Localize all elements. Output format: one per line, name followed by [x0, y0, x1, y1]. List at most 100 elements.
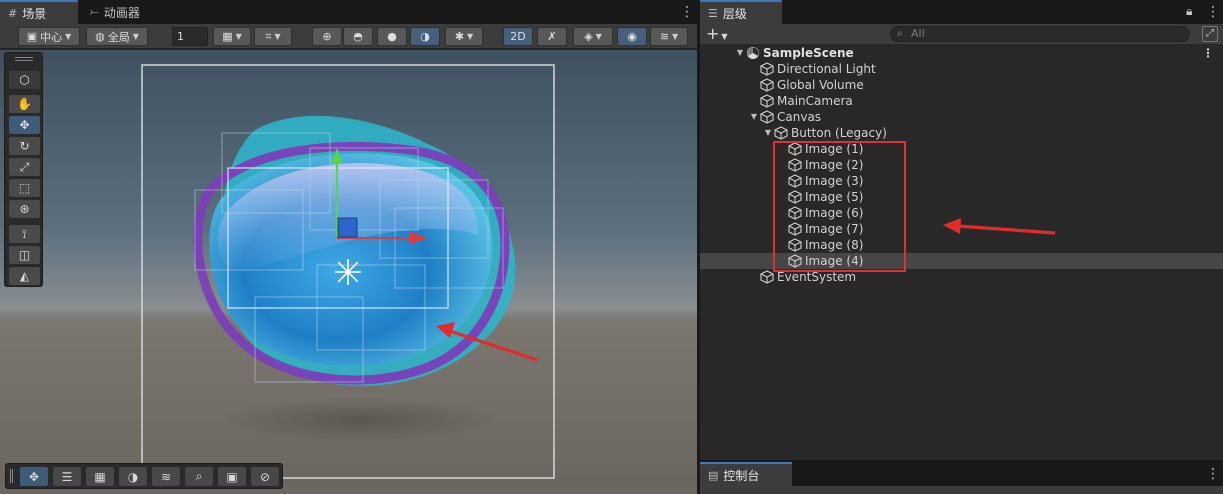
hand-tool-button[interactable]: ✋	[9, 95, 40, 113]
space-dropdown[interactable]: ◍ 全局 ▼	[86, 27, 148, 46]
shading-shaded-button[interactable]: ●	[377, 27, 407, 46]
hierarchy-item[interactable]: ▼ Button (Legacy)	[700, 125, 1223, 141]
hierarchy-scene-row[interactable]: ▼ SampleScene ⋮	[700, 45, 1223, 61]
chevron-down-icon: ▼	[235, 32, 242, 41]
overlay-move-button[interactable]: ✥	[20, 467, 48, 486]
transform-tool-button[interactable]: ⊛	[9, 200, 40, 218]
hierarchy-item-label: Directional Light	[777, 62, 876, 76]
lighting-toggle-button[interactable]: ✗	[537, 27, 567, 46]
annotation-arrow	[943, 218, 1056, 235]
scene-overlay-toolbar: ✥ ☰ ▦ ◑ ≋ ⌕ ▣ ⊘	[5, 463, 283, 489]
chevron-down-icon: ▼	[467, 32, 474, 41]
tab-scene[interactable]: # 场景	[0, 0, 78, 24]
terrain-icon: ◭	[19, 269, 30, 283]
grid-snap-icon: ▦	[94, 469, 106, 484]
snap-increment-input[interactable]: 1	[172, 27, 208, 46]
layout-tool-button[interactable]: ◫	[9, 246, 40, 264]
overlay-navigate-button[interactable]: ⊘	[251, 467, 279, 486]
bug-icon: ✱	[454, 30, 465, 43]
chevron-down-icon: ▼	[132, 32, 139, 41]
chevron-down-icon: ▼	[595, 32, 602, 41]
overlay-grid-button[interactable]: ▦	[86, 467, 114, 486]
effects-dropdown[interactable]: ◈ ▼	[573, 27, 613, 46]
console-icon: ▤	[708, 468, 719, 482]
hierarchy-item[interactable]: MainCamera	[700, 93, 1223, 109]
tab-console[interactable]: ▤ 控制台	[700, 462, 792, 486]
globe-icon: ◍	[95, 30, 105, 43]
chevron-down-icon: ▼	[672, 32, 679, 41]
animator-icon: ⤚	[90, 5, 99, 18]
shaded-sphere-icon: ●	[387, 30, 397, 43]
custom-tool-icon: ⟟	[22, 226, 27, 241]
move-icon: ✥	[19, 118, 30, 132]
hierarchy-item-label: Button (Legacy)	[791, 126, 887, 140]
overlay-shading-button[interactable]: ◑	[119, 467, 147, 486]
hierarchy-tabbar: ☰ 层级 🔒︎ ⋮	[700, 0, 1223, 24]
scene-toolbar: ▣ 中心 ▼ ◍ 全局 ▼ 1 ▦ ▼ ⌗ ▼ ⊕ ◓ ● ◑ ✱ ▼ 2D ✗ ◈ ▼…	[0, 24, 697, 49]
overlay-camera-button[interactable]: ▣	[218, 467, 246, 486]
hierarchy-item-label: Canvas	[777, 110, 822, 124]
expand-arrow-icon[interactable]: ▼	[734, 45, 746, 61]
tab-animator-label: 动画器	[103, 5, 140, 20]
hierarchy-search-input[interactable]: ⌕ All	[890, 26, 1190, 42]
annotation-selection-box	[773, 141, 906, 272]
drag-handle-icon[interactable]	[15, 57, 33, 61]
hierarchy-item[interactable]: ▼ Canvas	[700, 109, 1223, 125]
lock-icon[interactable]: 🔒︎	[1186, 4, 1192, 19]
debug-draw-dropdown[interactable]: ✱ ▼	[445, 27, 483, 46]
scale-icon: ⤢	[19, 159, 30, 174]
shading-shaded-wire-button[interactable]: ◓	[343, 27, 373, 46]
cube-icon: ⬡	[19, 73, 30, 87]
rect-tool-button[interactable]: ⬚	[9, 179, 40, 197]
camera-icon: ▣	[226, 469, 238, 484]
tab-animator[interactable]: ⤚ 动画器	[82, 0, 162, 24]
gameobject-cube-icon	[774, 126, 791, 140]
search-placeholder: All	[911, 27, 925, 40]
shading-wireframe-button[interactable]: ⊕	[312, 27, 342, 46]
hierarchy-item-label: SampleScene	[763, 46, 854, 60]
shading-unlit-button[interactable]: ◑	[410, 27, 440, 46]
unity-scene-icon	[746, 46, 763, 60]
orientation-cube-button[interactable]: ⬡	[9, 71, 40, 89]
transform-icon: ⊛	[19, 202, 30, 216]
hierarchy-more-icon[interactable]: ⋮	[1206, 4, 1220, 20]
terrain-tool-button[interactable]: ◭	[9, 267, 40, 285]
scene-tools-overlay: ⬡ ✋ ✥ ↻ ⤢ ⬚ ⊛ ⟟ ◫ ◭	[4, 52, 43, 287]
overlay-tool-settings-button[interactable]: ☰	[53, 467, 81, 486]
grid-icon: #	[8, 6, 18, 20]
pivot-label: 中心	[40, 30, 63, 44]
search-options-icon[interactable]: ⤢	[1202, 26, 1218, 42]
drag-handle-icon[interactable]	[10, 469, 13, 483]
list-icon: ☰	[708, 6, 718, 20]
unlit-sphere-icon: ◑	[420, 30, 430, 43]
scene-render	[141, 64, 555, 479]
overlay-layers-button[interactable]: ≋	[152, 467, 180, 486]
scene-viewport[interactable]: ⬡ ✋ ✥ ↻ ⤢ ⬚ ⊛ ⟟ ◫ ◭	[0, 50, 697, 494]
gameobject-cube-icon	[760, 94, 777, 108]
tab-hierarchy[interactable]: ☰ 层级	[700, 0, 782, 24]
console-more-icon[interactable]: ⋮	[1206, 466, 1220, 482]
add-object-button[interactable]: + ▼	[706, 24, 728, 44]
scene-visibility-button[interactable]: ◉	[617, 27, 647, 46]
tab-console-label: 控制台	[723, 468, 760, 483]
gameobject-cube-icon	[760, 270, 777, 284]
toggle-2d-button[interactable]: 2D	[503, 27, 533, 46]
expand-arrow-icon[interactable]: ▼	[748, 109, 760, 125]
pivot-dropdown[interactable]: ▣ 中心 ▼	[18, 27, 80, 46]
mode-2d-label: 2D	[510, 30, 526, 43]
overlay-search-button[interactable]: ⌕	[185, 467, 213, 486]
scene-more-icon[interactable]: ⋮	[1202, 45, 1214, 61]
hierarchy-item[interactable]: Global Volume	[700, 77, 1223, 93]
hierarchy-item[interactable]: Directional Light	[700, 61, 1223, 77]
scale-tool-button[interactable]: ⤢	[9, 158, 40, 176]
rotate-tool-button[interactable]: ↻	[9, 137, 40, 155]
expand-arrow-icon[interactable]: ▼	[762, 125, 774, 141]
move-tool-button[interactable]: ✥	[9, 116, 40, 134]
scene-more-icon[interactable]: ⋮	[680, 4, 694, 20]
space-label: 全局	[107, 30, 130, 44]
grid-snap-dropdown[interactable]: ▦ ▼	[213, 27, 251, 46]
compass-icon: ⊘	[259, 469, 271, 484]
custom-tool-button[interactable]: ⟟	[9, 225, 40, 243]
layers-dropdown[interactable]: ≋ ▼	[650, 27, 688, 46]
increment-snap-dropdown[interactable]: ⌗ ▼	[254, 27, 292, 46]
